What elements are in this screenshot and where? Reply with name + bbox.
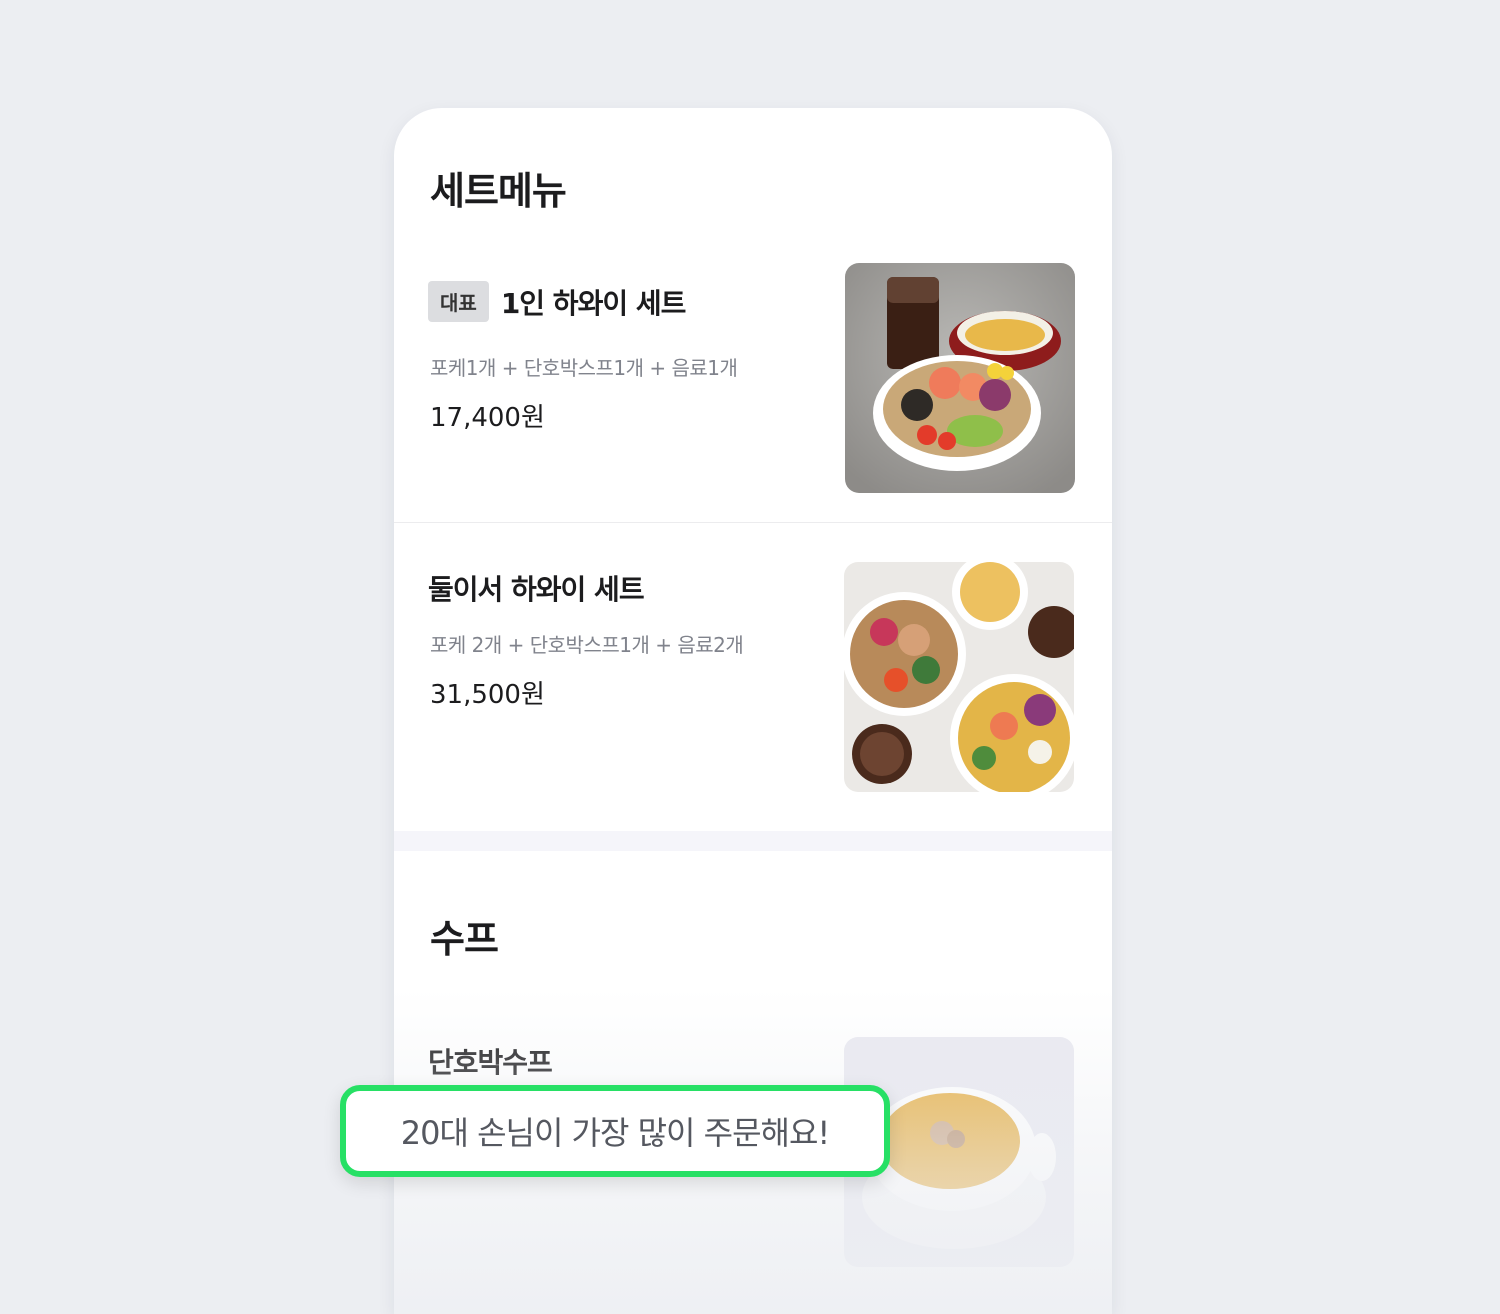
item-name-row: 대표 1인 하와이 세트 bbox=[428, 281, 687, 322]
menu-item-solo-hawaii-set[interactable]: 대표 1인 하와이 세트 포케1개 + 단호박스프1개 + 음료1개 17,40… bbox=[394, 108, 1112, 522]
tooltip-text: 20대 손님이 가장 많이 주문해요! bbox=[400, 1114, 831, 1152]
item-name: 둘이서 하와이 세트 bbox=[428, 573, 645, 606]
section-separator bbox=[394, 831, 1112, 851]
item-name-row: 단호박수프 bbox=[428, 1041, 553, 1081]
item-description: 포케 2개 + 단호박스프1개 + 음료2개 bbox=[430, 633, 744, 657]
item-name-row: 둘이서 하와이 세트 bbox=[428, 568, 645, 608]
item-name: 1인 하와이 세트 bbox=[500, 286, 687, 320]
menu-item-duo-hawaii-set[interactable]: 둘이서 하와이 세트 포케 2개 + 단호박스프1개 + 음료2개 31,500… bbox=[394, 523, 1112, 831]
section-title-soup: 수프 bbox=[430, 917, 499, 961]
item-price: 17,400원 bbox=[430, 403, 545, 433]
item-name: 단호박수프 bbox=[428, 1046, 553, 1079]
item-price: 31,500원 bbox=[430, 680, 545, 710]
poke-set-photo-icon[interactable] bbox=[845, 263, 1075, 493]
poke-duo-set-photo-icon[interactable] bbox=[844, 562, 1074, 792]
item-description: 포케1개 + 단호박스프1개 + 음료1개 bbox=[430, 356, 738, 380]
signature-badge: 대표 bbox=[428, 281, 489, 322]
popular-order-tooltip: 20대 손님이 가장 많이 주문해요! bbox=[340, 1085, 890, 1177]
